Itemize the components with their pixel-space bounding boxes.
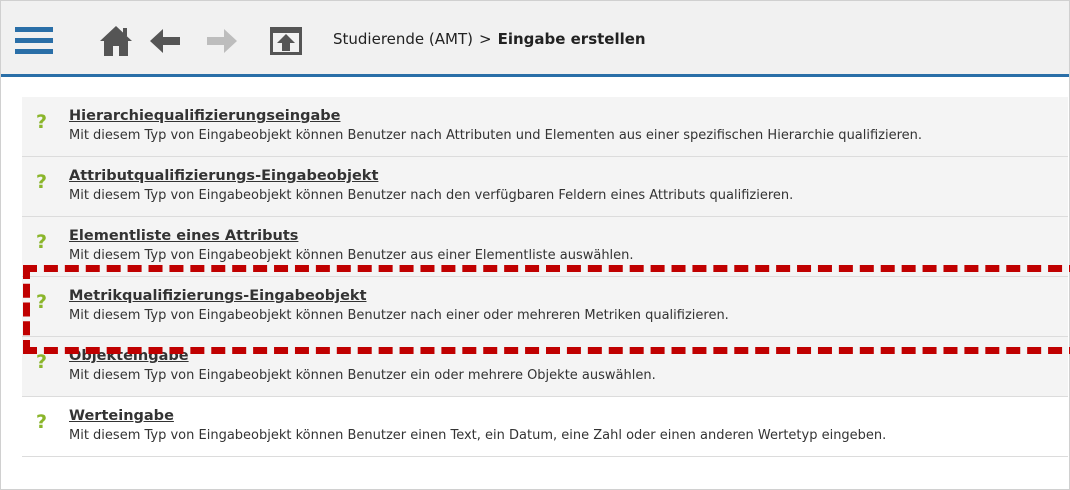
question-mark-icon: ? — [36, 291, 48, 313]
item-description: Mit diesem Typ von Eingabeobjekt können … — [69, 308, 729, 323]
item-description: Mit diesem Typ von Eingabeobjekt können … — [69, 428, 887, 443]
breadcrumb-parent[interactable]: Studierende (AMT) — [333, 30, 473, 48]
question-mark-icon: ? — [36, 411, 48, 433]
breadcrumb-separator: > — [479, 30, 492, 48]
toolbar: Studierende (AMT) > Eingabe erstellen — [1, 1, 1069, 77]
item-description: Mit diesem Typ von Eingabeobjekt können … — [69, 188, 794, 203]
input-type-list: ? Hierarchiequalifizierungseingabe Mit d… — [22, 97, 1068, 457]
home-icon[interactable] — [99, 24, 133, 58]
item-title-link[interactable]: Objekteingabe — [69, 348, 189, 364]
breadcrumb-current: Eingabe erstellen — [497, 30, 646, 48]
question-mark-icon: ? — [36, 351, 48, 373]
item-title-link[interactable]: Attributqualifizierungs-Eingabeobjekt — [69, 168, 378, 184]
question-mark-icon: ? — [36, 231, 48, 253]
back-arrow-icon[interactable] — [149, 26, 181, 56]
item-title-link[interactable]: Elementliste eines Attributs — [69, 228, 298, 244]
item-title-link[interactable]: Metrikqualifizierungs-Eingabeobjekt — [69, 288, 367, 304]
question-mark-icon: ? — [36, 171, 48, 193]
list-item-value-input[interactable]: ? Werteingabe Mit diesem Typ von Eingabe… — [22, 397, 1068, 457]
folder-up-icon[interactable] — [269, 23, 303, 57]
menu-icon[interactable] — [15, 27, 53, 55]
forward-arrow-icon[interactable] — [206, 26, 238, 56]
list-item-metric-qualification[interactable]: ? Metrikqualifizierungs-Eingabeobjekt Mi… — [22, 277, 1068, 337]
list-item-hierarchy-input[interactable]: ? Hierarchiequalifizierungseingabe Mit d… — [22, 97, 1068, 157]
item-title-link[interactable]: Hierarchiequalifizierungseingabe — [69, 108, 340, 124]
list-item-attribute-qualification[interactable]: ? Attributqualifizierungs-Eingabeobjekt … — [22, 157, 1068, 217]
list-item-object-input[interactable]: ? Objekteingabe Mit diesem Typ von Einga… — [22, 337, 1068, 397]
question-mark-icon: ? — [36, 111, 48, 133]
window-frame: Studierende (AMT) > Eingabe erstellen ? Hi… — [0, 0, 1070, 490]
list-item-attribute-element-list[interactable]: ? Elementliste eines Attributs Mit diese… — [22, 217, 1068, 277]
item-description: Mit diesem Typ von Eingabeobjekt können … — [69, 248, 634, 263]
item-description: Mit diesem Typ von Eingabeobjekt können … — [69, 128, 923, 143]
breadcrumb: Studierende (AMT) > Eingabe erstellen — [333, 30, 646, 48]
item-title-link[interactable]: Werteingabe — [69, 408, 174, 424]
item-description: Mit diesem Typ von Eingabeobjekt können … — [69, 368, 656, 383]
